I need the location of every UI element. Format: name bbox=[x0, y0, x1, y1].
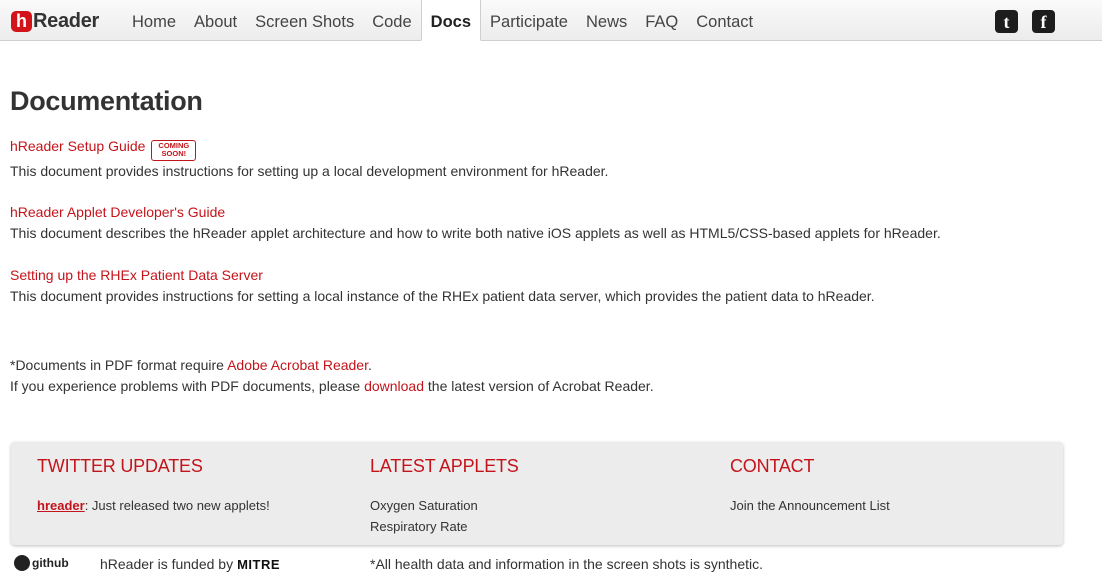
funded-by-text: hReader is funded by bbox=[100, 556, 234, 572]
github-octocat-icon bbox=[14, 555, 30, 571]
contact-section: CONTACT Join the Announcement List bbox=[730, 456, 890, 516]
footer-panel: TWITTER UPDATES hreader: Just released t… bbox=[11, 442, 1063, 545]
pdf-note-2: If you experience problems with PDF docu… bbox=[10, 376, 654, 397]
nav-participate[interactable]: Participate bbox=[481, 0, 577, 41]
nav-screen-shots[interactable]: Screen Shots bbox=[246, 0, 363, 41]
doc-entry-rhex-server: Setting up the RHEx Patient Data Server … bbox=[10, 265, 875, 307]
download-link[interactable]: download bbox=[364, 378, 424, 394]
pdf-note-2-text: If you experience problems with PDF docu… bbox=[10, 378, 365, 394]
pdf-note-1-suffix: . bbox=[367, 357, 372, 373]
twitter-icon[interactable]: t bbox=[995, 10, 1018, 33]
announcement-list-link[interactable]: Join the Announcement List bbox=[730, 495, 890, 516]
nav-home[interactable]: Home bbox=[123, 0, 185, 41]
brand-mark: h bbox=[11, 10, 32, 32]
twitter-glyph: t bbox=[1003, 12, 1010, 32]
nav-faq[interactable]: FAQ bbox=[636, 0, 687, 41]
facebook-icon[interactable]: f bbox=[1032, 10, 1055, 33]
latest-applets-heading: LATEST APPLETS bbox=[370, 456, 519, 476]
pdf-note-1: *Documents in PDF format require Adobe A… bbox=[10, 355, 654, 376]
brand-name: Reader bbox=[33, 9, 100, 32]
tweet-text: : Just released two new applets! bbox=[84, 498, 270, 513]
nav-docs[interactable]: Docs bbox=[420, 0, 482, 41]
github-label: github bbox=[32, 556, 69, 570]
doc-link-applet-guide[interactable]: hReader Applet Developer's Guide bbox=[10, 202, 941, 223]
applet-item-oxygen[interactable]: Oxygen Saturation bbox=[370, 495, 519, 516]
twitter-updates-heading: TWITTER UPDATES bbox=[37, 456, 203, 476]
doc-desc-setup-guide: This document provides instructions for … bbox=[10, 162, 609, 179]
main-nav: Home About Screen Shots Code Docs Partic… bbox=[123, 0, 762, 41]
top-navbar: h Reader Home About Screen Shots Code Do… bbox=[0, 0, 1102, 41]
coming-soon-badge: COMING SOON! bbox=[151, 139, 197, 161]
synthetic-data-disclaimer: *All health data and information in the … bbox=[370, 556, 763, 572]
badge-line2: SOON! bbox=[161, 149, 187, 158]
doc-entry-applet-guide: hReader Applet Developer's Guide This do… bbox=[10, 202, 941, 244]
twitter-handle-link[interactable]: hreader bbox=[37, 498, 85, 513]
pdf-notes: *Documents in PDF format require Adobe A… bbox=[10, 355, 654, 397]
doc-entry-setup-guide: hReader Setup Guide COMING SOON! This do… bbox=[10, 136, 608, 182]
facebook-glyph: f bbox=[1040, 12, 1047, 32]
acrobat-reader-link[interactable]: Adobe Acrobat Reader bbox=[227, 357, 368, 373]
pdf-note-1-text: *Documents in PDF format require bbox=[10, 357, 228, 373]
contact-heading: CONTACT bbox=[730, 456, 815, 476]
tweet: hreader: Just released two new applets! bbox=[37, 495, 270, 516]
twitter-updates-section: TWITTER UPDATES hreader: Just released t… bbox=[37, 456, 270, 516]
github-link[interactable]: github bbox=[14, 555, 69, 571]
applet-item-respiratory[interactable]: Respiratory Rate bbox=[370, 516, 519, 537]
latest-applets-section: LATEST APPLETS Oxygen Saturation Respira… bbox=[370, 456, 519, 537]
brand-logo[interactable]: h Reader bbox=[11, 10, 99, 32]
doc-desc-rhex-server: This document provides instructions for … bbox=[10, 288, 875, 304]
pdf-note-2-suffix: the latest version of Acrobat Reader. bbox=[424, 378, 654, 394]
funding-note: hReader is funded by MITRE bbox=[100, 556, 280, 572]
nav-about[interactable]: About bbox=[185, 0, 246, 41]
doc-desc-applet-guide: This document describes the hReader appl… bbox=[10, 225, 941, 241]
doc-link-rhex-server[interactable]: Setting up the RHEx Patient Data Server bbox=[10, 265, 875, 286]
doc-link-setup-guide[interactable]: hReader Setup Guide bbox=[10, 138, 145, 154]
nav-code[interactable]: Code bbox=[363, 0, 420, 41]
page-title: Documentation bbox=[10, 86, 203, 116]
mitre-logo[interactable]: MITRE bbox=[237, 557, 280, 572]
nav-news[interactable]: News bbox=[577, 0, 636, 41]
nav-contact[interactable]: Contact bbox=[687, 0, 762, 41]
